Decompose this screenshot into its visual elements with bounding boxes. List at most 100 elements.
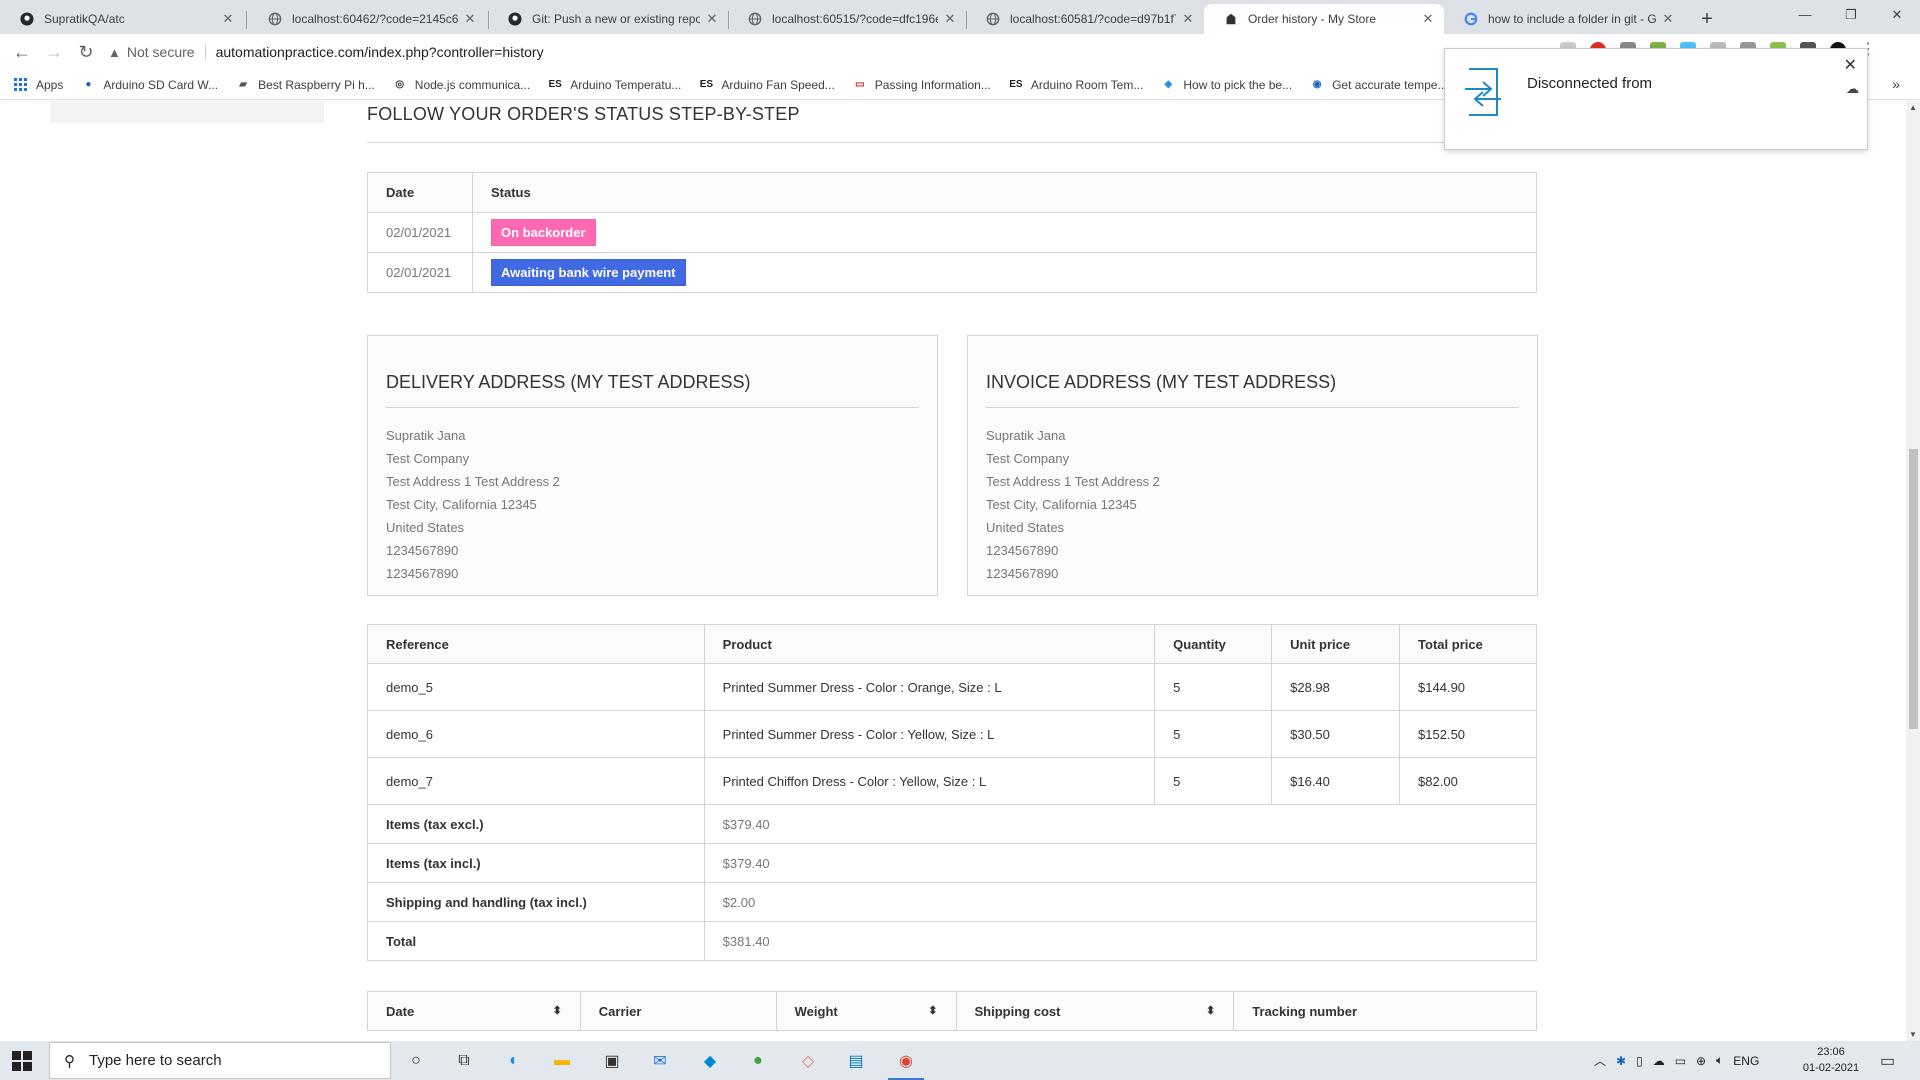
- reload-icon[interactable]: ↻: [74, 40, 98, 64]
- bookmark-item[interactable]: ES Arduino Temperatu...: [548, 78, 682, 92]
- totals-row: Items (tax excl.) $379.40: [367, 804, 1538, 844]
- cortana-icon[interactable]: ○: [404, 1049, 428, 1073]
- product-name: Printed Summer Dress - Color : Orange, S…: [703, 663, 1156, 711]
- scroll-up-arrow-icon[interactable]: ▲: [1906, 103, 1920, 112]
- column-header-shipping-cost[interactable]: Shipping cost ⬍: [955, 991, 1235, 1031]
- tab-localhost-60515[interactable]: localhost:60515/?code=dfc196e ✕: [728, 4, 966, 34]
- windows-start-icon[interactable]: [12, 1051, 32, 1071]
- address-bar[interactable]: ▲ Not secure automationpractice.com/inde…: [108, 38, 1648, 66]
- column-header-unit-price: Unit price: [1271, 624, 1401, 664]
- column-label: Shipping cost: [974, 1003, 1061, 1019]
- bookmark-item[interactable]: ▰ Best Raspberry Pi h...: [236, 78, 375, 92]
- network-icon[interactable]: ⊕: [1696, 1054, 1706, 1068]
- new-tab-button[interactable]: +: [1693, 5, 1721, 33]
- column-label: Weight: [794, 1003, 838, 1019]
- cloud-icon[interactable]: ☁: [1846, 81, 1859, 97]
- git-icon[interactable]: ◇: [796, 1049, 820, 1073]
- car-icon: ▰: [239, 79, 247, 90]
- globe-icon: ◎: [395, 79, 405, 90]
- invoice-address-lines: Supratik Jana Test Company Test Address …: [986, 424, 1160, 585]
- tab-github-atc[interactable]: SupratikQA/atc ✕: [0, 4, 244, 34]
- column-header-reference: Reference: [367, 624, 705, 664]
- page-scrollbar[interactable]: ▲ ▼: [1906, 101, 1920, 1041]
- taskbar-clock[interactable]: 23:06 01-02-2021: [1796, 1044, 1866, 1076]
- back-icon[interactable]: ←: [10, 40, 34, 64]
- tab-order-history[interactable]: Order history - My Store ✕: [1204, 4, 1444, 34]
- restore-icon[interactable]: ❐: [1828, 0, 1874, 30]
- column-header-date[interactable]: Date ⬍: [367, 991, 581, 1031]
- file-explorer-icon[interactable]: ▬: [550, 1049, 574, 1073]
- bookmark-item[interactable]: ◈ How to pick the be...: [1161, 78, 1293, 92]
- product-reference: demo_7: [367, 757, 705, 805]
- task-view-icon[interactable]: ⧉: [452, 1049, 476, 1073]
- close-icon[interactable]: ✕: [704, 11, 720, 27]
- close-window-icon[interactable]: ✕: [1874, 0, 1920, 30]
- column-header-weight[interactable]: Weight ⬍: [775, 991, 957, 1031]
- tab-localhost-60581[interactable]: localhost:60581/?code=d97b1f7 ✕: [966, 4, 1204, 34]
- close-icon[interactable]: ✕: [1660, 11, 1676, 27]
- close-icon[interactable]: ✕: [1420, 11, 1436, 27]
- bookmark-label: Arduino SD Card W...: [103, 77, 219, 92]
- security-label: Not secure: [126, 44, 195, 60]
- store-icon[interactable]: ▣: [600, 1049, 624, 1073]
- forward-icon[interactable]: →: [42, 40, 66, 64]
- product-total-price: $82.00: [1399, 757, 1537, 805]
- oracle-icon: ▭: [855, 79, 865, 90]
- column-header-quantity: Quantity: [1154, 624, 1273, 664]
- notification-center-icon[interactable]: ▭: [1880, 1051, 1895, 1071]
- bookmark-item[interactable]: ▭ Passing Information...: [853, 78, 991, 92]
- close-icon[interactable]: ✕: [462, 11, 478, 27]
- close-icon[interactable]: ✕: [1844, 55, 1857, 75]
- bookmark-item[interactable]: ◎ Node.js communica...: [393, 78, 530, 92]
- search-placeholder: Type here to search: [89, 1052, 222, 1069]
- globe-icon: [748, 12, 762, 26]
- totals-label: Total: [367, 921, 705, 961]
- bookmark-item[interactable]: ES Arduino Fan Speed...: [699, 78, 835, 92]
- tab-label: SupratikQA/atc: [44, 12, 125, 26]
- tab-localhost-60462[interactable]: localhost:60462/?code=2145c6b ✕: [248, 4, 486, 34]
- product-reference: demo_5: [367, 663, 705, 711]
- search-icon: ⚲: [64, 1052, 75, 1070]
- vscode-icon[interactable]: ◆: [698, 1049, 722, 1073]
- bookmark-item[interactable]: ES Arduino Room Tem...: [1009, 78, 1143, 92]
- scroll-down-arrow-icon[interactable]: ▼: [1906, 1030, 1920, 1039]
- product-name: Printed Chiffon Dress - Color : Yellow, …: [703, 757, 1156, 805]
- scrollbar-thumb[interactable]: [1909, 449, 1918, 729]
- product-reference: demo_6: [367, 710, 705, 758]
- cloud-icon[interactable]: ☁: [1653, 1054, 1665, 1068]
- close-icon[interactable]: ✕: [942, 11, 958, 27]
- taskbar-search-input[interactable]: ⚲ Type here to search: [49, 1042, 391, 1079]
- tab-google-search[interactable]: how to include a folder in git - G ✕: [1444, 4, 1684, 34]
- spring-tool-icon[interactable]: ●: [746, 1049, 770, 1073]
- tab-git-push[interactable]: Git: Push a new or existing repo t ✕: [488, 4, 728, 34]
- url-text[interactable]: automationpractice.com/index.php?control…: [216, 44, 544, 60]
- bookmark-item[interactable]: ● Arduino SD Card W...: [81, 78, 218, 92]
- bluetooth-icon[interactable]: ✱: [1616, 1054, 1626, 1068]
- edge-icon[interactable]: ◐: [502, 1049, 526, 1073]
- warning-icon: ▲: [108, 44, 121, 60]
- column-header-carrier: Carrier: [579, 991, 777, 1031]
- product-total-price: $152.50: [1399, 710, 1537, 758]
- store-icon: [1224, 12, 1238, 26]
- language-indicator[interactable]: ENG: [1733, 1054, 1759, 1068]
- apps-grid-icon: [14, 77, 28, 92]
- product-unit-price: $30.50: [1271, 710, 1401, 758]
- sort-icon[interactable]: ⬍: [1206, 1004, 1215, 1017]
- bookmark-item[interactable]: ◉ Get accurate tempe...: [1310, 78, 1448, 92]
- bookmark-apps[interactable]: Apps: [14, 77, 63, 92]
- volume-icon[interactable]: 🔈︎: [1716, 1053, 1723, 1068]
- sort-icon[interactable]: ⬍: [553, 1004, 562, 1017]
- battery-icon[interactable]: ▭: [1675, 1054, 1686, 1068]
- close-icon[interactable]: ✕: [1180, 11, 1196, 27]
- chrome-icon[interactable]: ◉: [894, 1049, 918, 1073]
- minimize-icon[interactable]: —: [1782, 0, 1828, 30]
- sort-icon[interactable]: ⬍: [928, 1004, 937, 1017]
- remote-desktop-icon[interactable]: ▤: [844, 1049, 868, 1073]
- mail-icon[interactable]: ✉: [648, 1049, 672, 1073]
- chevron-more-icon[interactable]: »: [1892, 76, 1900, 92]
- chevron-up-icon[interactable]: ︿: [1594, 1052, 1606, 1069]
- product-unit-price: $16.40: [1271, 757, 1401, 805]
- close-icon[interactable]: ✕: [220, 11, 236, 27]
- device-icon[interactable]: ▯: [1636, 1054, 1643, 1068]
- tab-label: localhost:60581/?code=d97b1f7: [1010, 12, 1176, 26]
